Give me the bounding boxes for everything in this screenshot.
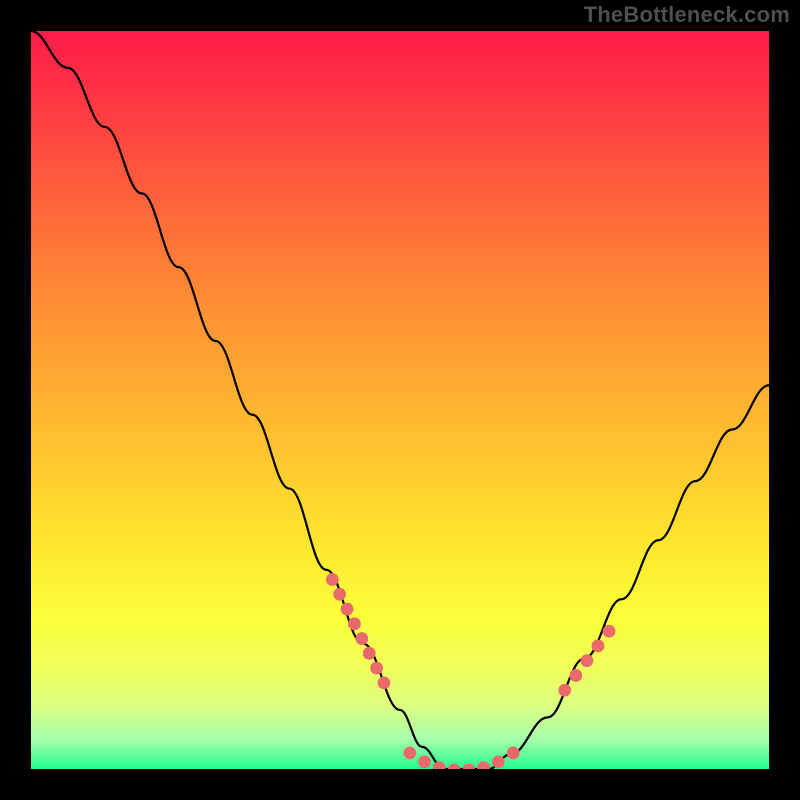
dot — [378, 676, 391, 689]
watermark-text: TheBottleneck.com — [584, 2, 790, 28]
dot — [341, 603, 354, 616]
dot — [333, 588, 346, 601]
dot — [603, 625, 616, 638]
chart-frame: TheBottleneck.com — [0, 0, 800, 800]
dot — [492, 755, 505, 768]
dot — [462, 764, 475, 769]
highlight-dots-right — [558, 625, 615, 697]
dot — [363, 647, 376, 660]
dot — [448, 764, 461, 769]
dot — [477, 761, 490, 769]
dot — [348, 617, 361, 630]
plot-area — [31, 31, 769, 769]
dot — [355, 632, 368, 645]
bottleneck-curve-svg — [31, 31, 769, 769]
dot — [569, 669, 582, 682]
dot — [558, 684, 571, 697]
bottleneck-curve — [31, 31, 769, 769]
dot — [326, 573, 339, 586]
dot — [370, 662, 383, 675]
dot — [403, 747, 416, 760]
highlight-dots-left — [326, 573, 390, 689]
dot — [592, 640, 605, 653]
dot — [581, 654, 594, 667]
dot — [507, 747, 520, 760]
dot — [418, 755, 431, 768]
highlight-dots-bottom — [403, 747, 519, 769]
